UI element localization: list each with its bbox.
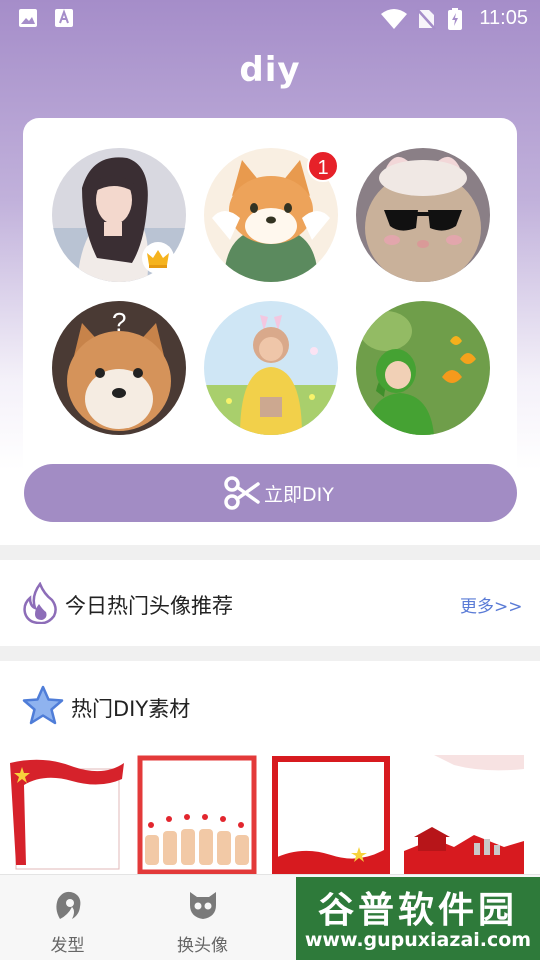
material-thumbs-up-hearts-frame[interactable]: [137, 755, 257, 876]
watermark-url: www.gupuxiazai.com: [304, 929, 532, 951]
app-logo: diy: [239, 50, 301, 90]
notification-badge: 1: [307, 150, 339, 182]
avatar-teletubby-yellow[interactable]: [204, 301, 338, 435]
hot-materials-title: 热门DIY素材: [71, 697, 191, 721]
scissors-icon: [224, 476, 260, 513]
tab-change-avatar[interactable]: 换头像: [135, 875, 270, 960]
hot-avatars-panel: 今日热门头像推荐 更多>>: [0, 560, 540, 646]
hot-avatars-title: 今日热门头像推荐: [65, 594, 233, 618]
more-link[interactable]: 更多>>: [460, 592, 523, 617]
tab-hairstyle[interactable]: 发型: [0, 875, 135, 960]
material-red-frame[interactable]: [271, 755, 391, 876]
hair-icon: [52, 889, 84, 925]
avatar-shiba-question[interactable]: ?: [52, 301, 186, 435]
image-icon: [18, 8, 38, 32]
wifi-icon: [380, 8, 408, 34]
crown-badge: [142, 242, 174, 274]
material-tiananmen-frame[interactable]: [404, 755, 524, 876]
avatar-cat-sunglasses[interactable]: [356, 148, 490, 282]
material-flag-frame[interactable]: [4, 755, 124, 876]
avatar-teletubby-green[interactable]: [356, 301, 490, 435]
flame-icon: [22, 581, 58, 628]
diy-now-label: 立即DIY: [264, 484, 334, 506]
font-icon: [54, 8, 74, 32]
question-mark: ?: [112, 307, 126, 337]
mask-icon: [187, 889, 219, 925]
diy-now-button[interactable]: 立即DIY: [24, 464, 517, 522]
battery-charging-icon: [448, 8, 462, 34]
status-time: 11:05: [479, 7, 528, 29]
tab-change-avatar-label: 换头像: [177, 936, 228, 956]
status-bar: 11:05: [0, 0, 540, 36]
star-icon: [22, 685, 64, 729]
tab-hairstyle-label: 发型: [50, 936, 85, 956]
watermark-text: 谷普软件园: [317, 890, 518, 931]
watermark: 谷普软件园 www.gupuxiazai.com: [296, 877, 540, 960]
no-sim-icon: [416, 8, 436, 34]
hot-materials-panel: 热门DIY素材: [0, 661, 540, 876]
